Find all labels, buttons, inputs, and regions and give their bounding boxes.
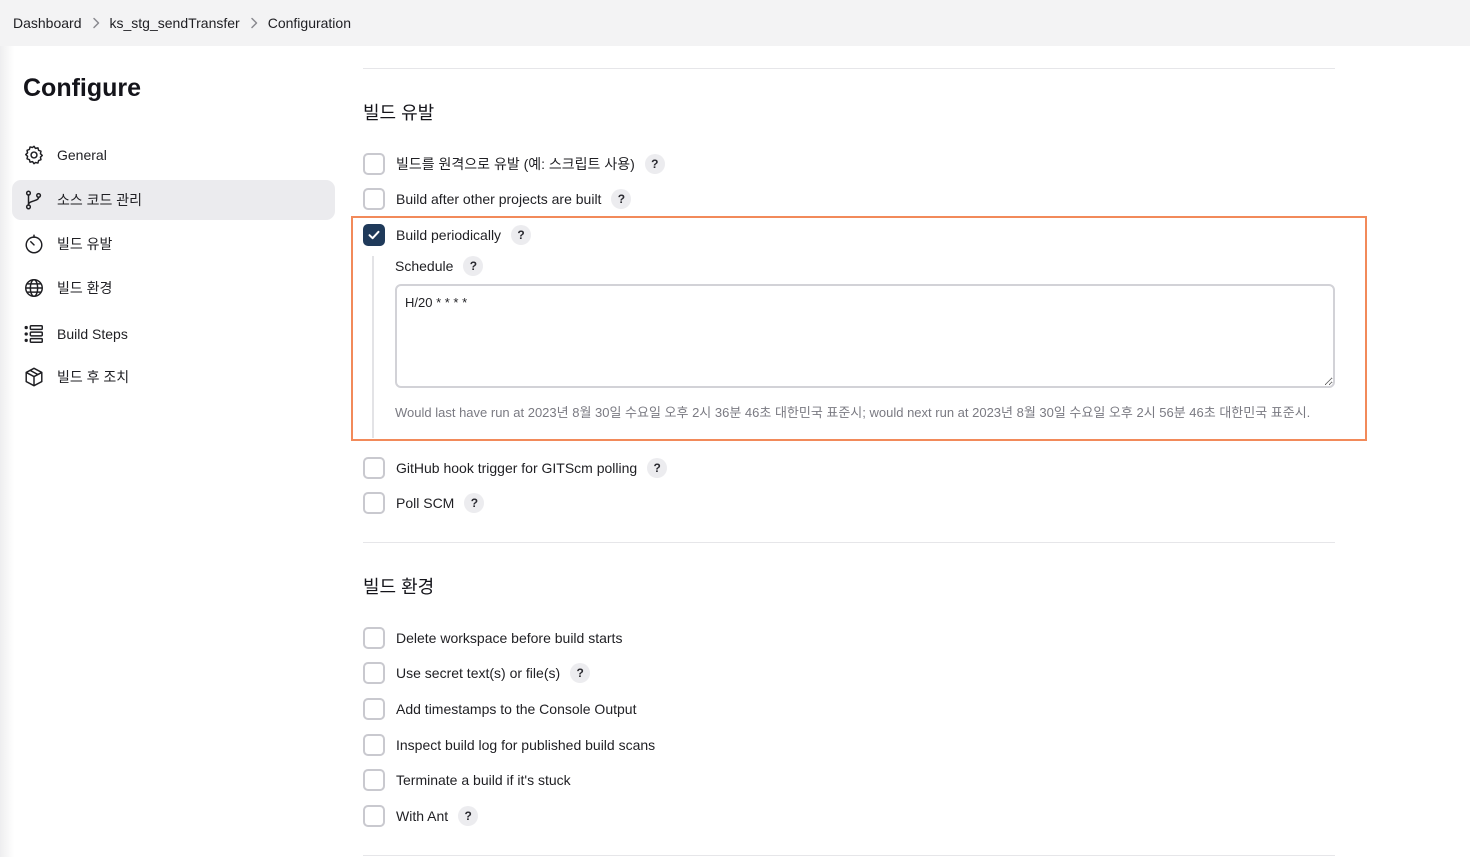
list-icon [22,322,46,346]
sidebar-item-build-steps[interactable]: Build Steps [12,314,335,354]
nested-indicator [372,256,374,438]
checkbox[interactable] [363,734,385,756]
checkbox[interactable] [363,188,385,210]
page-title: Configure [23,74,142,102]
section-divider [363,855,1335,856]
section-title-build-triggers: 빌드 유발 [363,103,435,123]
option-trigger-remotely: 빌드를 원격으로 유발 (예: 스크립트 사용) ? [363,152,665,176]
option-label[interactable]: 빌드를 원격으로 유발 (예: 스크립트 사용) [396,154,635,174]
sidebar-item-label: General [57,147,107,163]
option-build-after-other: Build after other projects are built ? [363,187,632,211]
sidebar-item-build-triggers[interactable]: 빌드 유발 [12,224,335,264]
schedule-label-row: Schedule ? [395,255,484,277]
option-label[interactable]: Build periodically [396,227,501,243]
sidebar-item-label: Build Steps [57,326,128,342]
option-label[interactable]: With Ant [396,808,448,824]
option-build-periodically: Build periodically ? [363,223,532,247]
help-icon[interactable]: ? [647,458,668,478]
option-label[interactable]: Delete workspace before build starts [396,630,622,646]
schedule-input[interactable]: H/20 * * * * [395,284,1335,388]
checkbox[interactable] [363,805,385,827]
package-icon [22,365,46,389]
sidebar-item-build-env[interactable]: 빌드 환경 [12,268,335,308]
option-secret-text: Use secret text(s) or file(s) ? [363,661,591,685]
checkbox[interactable] [363,492,385,514]
help-icon[interactable]: ? [464,493,485,513]
breadcrumb-configuration[interactable]: Configuration [268,15,351,31]
checkbox[interactable] [363,769,385,791]
help-icon[interactable]: ? [511,225,532,245]
help-icon[interactable]: ? [463,256,484,276]
section-divider [363,68,1335,69]
option-github-hook: GitHub hook trigger for GITScm polling ? [363,456,668,480]
checkbox[interactable] [363,698,385,720]
option-label[interactable]: GitHub hook trigger for GITScm polling [396,460,637,476]
checkbox[interactable] [363,662,385,684]
breadcrumb: Dashboard ks_stg_sendTransfer Configurat… [0,0,1470,46]
option-terminate-stuck: Terminate a build if it's stuck [363,768,571,792]
schedule-hint: Would last have run at 2023년 8월 30일 수요일 … [395,405,1311,420]
checkbox[interactable] [363,627,385,649]
breadcrumb-dashboard[interactable]: Dashboard [13,15,82,31]
help-icon[interactable]: ? [570,663,591,683]
chevron-right-icon [240,17,268,29]
option-label[interactable]: Poll SCM [396,495,454,511]
branch-icon [22,188,46,212]
sidebar-item-source-code[interactable]: 소스 코드 관리 [12,180,335,220]
checkbox-checked[interactable] [363,224,385,246]
globe-icon [22,276,46,300]
sidebar-item-label: 소스 코드 관리 [57,192,143,208]
sidebar-item-label: 빌드 후 조치 [57,369,130,385]
help-icon[interactable]: ? [458,806,479,826]
gear-icon [22,143,46,167]
option-poll-scm: Poll SCM ? [363,491,485,515]
option-label[interactable]: Add timestamps to the Console Output [396,701,636,717]
checkbox[interactable] [363,457,385,479]
option-add-timestamps: Add timestamps to the Console Output [363,697,636,721]
section-title-build-env: 빌드 환경 [363,577,435,597]
option-label[interactable]: Inspect build log for published build sc… [396,737,655,753]
help-icon[interactable]: ? [611,189,632,209]
chevron-right-icon [82,17,110,29]
schedule-label: Schedule [395,258,454,274]
option-label[interactable]: Build after other projects are built [396,191,601,207]
option-label[interactable]: Use secret text(s) or file(s) [396,665,560,681]
option-delete-workspace: Delete workspace before build starts [363,626,622,650]
sidebar-item-label: 빌드 유발 [57,236,113,252]
help-icon[interactable]: ? [644,154,665,174]
sidebar-item-post-build[interactable]: 빌드 후 조치 [12,357,335,397]
check-icon [368,230,380,240]
sidebar-item-general[interactable]: General [12,135,335,175]
sidebar-item-label: 빌드 환경 [57,280,113,296]
section-divider [363,542,1335,543]
option-label[interactable]: Terminate a build if it's stuck [396,772,571,788]
breadcrumb-job[interactable]: ks_stg_sendTransfer [110,15,240,31]
checkbox[interactable] [363,153,385,175]
option-with-ant: With Ant ? [363,804,479,828]
timer-icon [22,232,46,256]
option-inspect-build-log: Inspect build log for published build sc… [363,733,655,757]
